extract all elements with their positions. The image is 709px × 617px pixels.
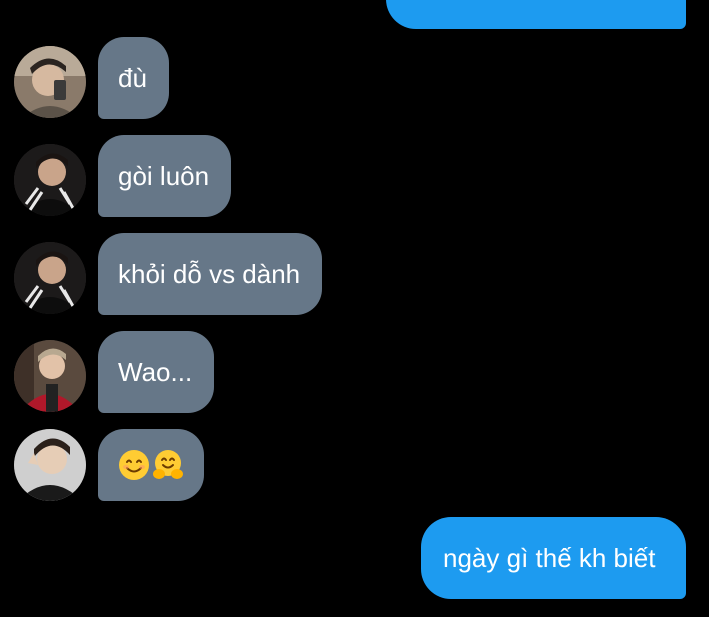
incoming-message-bubble[interactable]: khỏi dỗ vs dành: [98, 233, 323, 315]
message-text: Wao...: [118, 357, 193, 387]
incoming-message-bubble[interactable]: gòi luôn: [98, 135, 232, 217]
avatar[interactable]: [14, 429, 86, 501]
user-avatar-icon: [14, 340, 86, 412]
message-text: đù: [118, 63, 147, 93]
incoming-message-bubble[interactable]: Wao...: [98, 331, 215, 413]
message-text: khỏi dỗ vs dành: [118, 259, 301, 289]
avatar[interactable]: [14, 144, 86, 216]
user-avatar-icon: [14, 46, 86, 118]
user-avatar-icon: [14, 429, 86, 501]
user-avatar-icon: [14, 242, 86, 314]
hugging-face-icon: [152, 449, 184, 481]
incoming-message-bubble[interactable]: đù: [98, 37, 169, 119]
message-text: ngày gì thế kh biết: [443, 543, 656, 573]
outgoing-message-bubble[interactable]: [386, 0, 686, 29]
outgoing-message-bubble[interactable]: ngày gì thế kh biết: [421, 517, 686, 599]
incoming-message-bubble[interactable]: [98, 429, 204, 501]
user-avatar-icon: [14, 144, 86, 216]
message-text: gòi luôn: [118, 161, 210, 191]
avatar[interactable]: [14, 46, 86, 118]
emoji-row: [118, 449, 184, 481]
avatar[interactable]: [14, 340, 86, 412]
avatar[interactable]: [14, 242, 86, 314]
smiling-face-icon: [118, 449, 150, 481]
chat-thread: đù gòi luôn khỏi dỗ vs dành Wao... ngày …: [0, 0, 709, 617]
